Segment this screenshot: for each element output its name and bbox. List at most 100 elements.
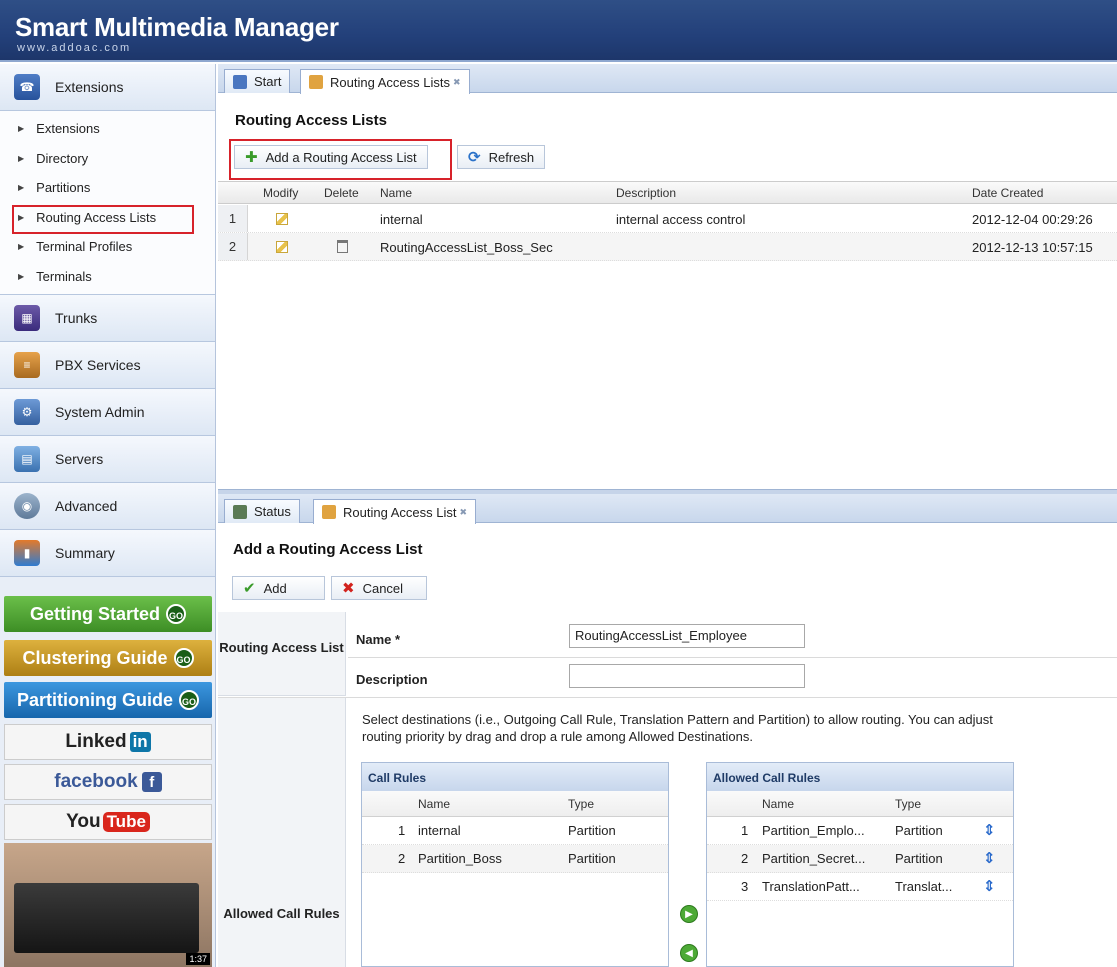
- hint-text: Select destinations (i.e., Outgoing Call…: [362, 712, 993, 744]
- reorder-icon[interactable]: ⇕: [983, 877, 996, 895]
- checkmark-icon: ✔: [243, 580, 256, 597]
- status-icon: [233, 504, 247, 519]
- description-label: Description: [356, 672, 428, 687]
- table-header: Modify Delete Name Description Date Crea…: [218, 181, 1117, 204]
- list-item[interactable]: 1 Partition_Emplo... Partition ⇕: [707, 817, 1013, 845]
- table-row[interactable]: 2 RoutingAccessList_Boss_Sec 2012-12-13 …: [218, 233, 1117, 261]
- pbx-services-icon: ≡: [14, 352, 40, 378]
- summary-icon: ▮: [14, 540, 40, 566]
- video-duration: 1:37: [186, 953, 210, 965]
- section-label-routing-access-list: Routing Access List: [218, 612, 346, 696]
- arrow-right-icon: ▶: [685, 908, 693, 920]
- app-subtitle: www.addoac.com: [17, 42, 132, 54]
- sidebar-section-label: Extensions: [55, 79, 124, 95]
- name-input[interactable]: RoutingAccessList_Employee: [569, 624, 805, 648]
- trunks-icon: ▦: [14, 305, 40, 331]
- allowed-call-rules-title: Allowed Call Rules: [707, 763, 1013, 791]
- page-title: Routing Access Lists: [235, 112, 387, 129]
- call-rules-list: Call Rules Name Type 1 internal Partitio…: [361, 762, 669, 967]
- start-icon: [233, 74, 247, 89]
- move-right-button[interactable]: ▶: [680, 905, 698, 923]
- column-date-created[interactable]: Date Created: [972, 186, 1043, 200]
- advanced-icon: ◉: [14, 493, 40, 519]
- edit-icon[interactable]: [276, 241, 288, 256]
- list-item[interactable]: 3 TranslationPatt... Translat... ⇕: [707, 873, 1013, 901]
- go-icon: GO: [173, 648, 194, 668]
- sidebar-section-pbx-services[interactable]: ≡ PBX Services: [0, 342, 215, 389]
- call-rules-header: Name Type: [362, 791, 668, 817]
- close-icon: ✖: [342, 580, 355, 597]
- go-icon: GO: [179, 690, 199, 710]
- sidebar-item-terminals[interactable]: ▶ Terminals: [0, 262, 215, 292]
- column-delete[interactable]: Delete: [324, 186, 359, 200]
- call-rules-title: Call Rules: [362, 763, 668, 791]
- sidebar-section-extensions[interactable]: ☎ Extensions: [0, 64, 215, 111]
- partitioning-guide-button[interactable]: Partitioning Guide GO: [4, 682, 212, 718]
- list-item[interactable]: 2 Partition_Boss Partition: [362, 845, 668, 873]
- triangle-right-icon: ▶: [18, 124, 25, 134]
- list-icon: [322, 505, 336, 519]
- linkedin-button[interactable]: Linked in: [4, 724, 212, 760]
- allowed-call-rules-header: Name Type: [707, 791, 1013, 817]
- sidebar-item-directory[interactable]: ▶ Directory: [0, 144, 215, 174]
- sidebar-section-system-admin[interactable]: ⚙ System Admin: [0, 389, 215, 436]
- app-title: Smart Multimedia Manager: [15, 12, 339, 42]
- refresh-button[interactable]: ⟳ Refresh: [457, 145, 546, 169]
- reorder-icon[interactable]: ⇕: [983, 849, 996, 867]
- close-icon[interactable]: ✖: [459, 507, 467, 518]
- name-label: Name *: [356, 632, 401, 647]
- list-icon: [309, 75, 323, 89]
- youtube-button[interactable]: You Tube: [4, 804, 212, 840]
- linkedin-icon: in: [129, 732, 151, 752]
- arrow-left-icon: ◀: [685, 947, 693, 959]
- list-item[interactable]: 2 Partition_Secret... Partition ⇕: [707, 845, 1013, 873]
- sidebar-section-summary[interactable]: ▮ Summary: [0, 530, 215, 577]
- form-title: Add a Routing Access List: [233, 541, 423, 558]
- triangle-right-icon: ▶: [18, 271, 25, 281]
- table-row[interactable]: 1 internal internal access control 2012-…: [218, 205, 1117, 233]
- description-input[interactable]: [569, 664, 805, 688]
- sidebar-item-routing-access-lists[interactable]: ▶ Routing Access Lists: [0, 203, 215, 233]
- sidebar-section-advanced[interactable]: ◉ Advanced: [0, 483, 215, 530]
- edit-icon[interactable]: [276, 213, 288, 228]
- move-left-button[interactable]: ◀: [680, 944, 698, 962]
- tab-routing-access-list[interactable]: Routing Access List ✖: [313, 499, 476, 524]
- column-description[interactable]: Description: [616, 186, 676, 200]
- tab-status[interactable]: Status: [224, 499, 300, 523]
- top-tabbar: Start Routing Access Lists ✖: [218, 64, 1117, 94]
- reorder-icon[interactable]: ⇕: [983, 821, 996, 839]
- video-thumbnail[interactable]: 1:37: [4, 843, 212, 967]
- sidebar-section-servers[interactable]: ▤ Servers: [0, 436, 215, 483]
- refresh-icon: ⟳: [468, 149, 481, 166]
- facebook-icon: f: [141, 772, 162, 792]
- sidebar-item-partitions[interactable]: ▶ Partitions: [0, 173, 215, 203]
- system-admin-icon: ⚙: [14, 399, 40, 425]
- sidebar-section-trunks[interactable]: ▦ Trunks: [0, 295, 215, 342]
- extensions-submenu: ▶ Extensions ▶ Directory ▶ Partitions ▶ Rout…: [0, 111, 215, 295]
- triangle-right-icon: ▶: [18, 153, 25, 163]
- triangle-right-icon: ▶: [18, 242, 25, 252]
- servers-icon: ▤: [14, 446, 40, 472]
- triangle-right-icon: ▶: [18, 212, 25, 222]
- sidebar-item-terminal-profiles[interactable]: ▶ Terminal Profiles: [0, 232, 215, 262]
- extensions-icon: ☎: [14, 74, 40, 100]
- column-modify[interactable]: Modify: [263, 186, 298, 200]
- add-button[interactable]: ✔ Add: [232, 576, 325, 600]
- column-name[interactable]: Name: [380, 186, 412, 200]
- section-label-allowed-call-rules: Allowed Call Rules: [218, 698, 346, 967]
- app-header: Smart Multimedia Manager www.addoac.com: [0, 0, 1117, 62]
- tab-start[interactable]: Start: [224, 69, 291, 93]
- facebook-button[interactable]: facebook f: [4, 764, 212, 800]
- clustering-guide-button[interactable]: Clustering Guide GO: [4, 640, 212, 676]
- highlight-box: [229, 139, 452, 180]
- cancel-button[interactable]: ✖ Cancel: [331, 576, 427, 600]
- trash-icon[interactable]: [337, 240, 348, 256]
- device-image: [14, 883, 199, 953]
- sidebar-item-extensions[interactable]: ▶ Extensions: [0, 114, 215, 144]
- triangle-right-icon: ▶: [18, 183, 25, 193]
- list-item[interactable]: 1 internal Partition: [362, 817, 668, 845]
- allowed-call-rules-list: Allowed Call Rules Name Type 1 Partition…: [706, 762, 1014, 967]
- getting-started-button[interactable]: Getting Started GO: [4, 596, 212, 632]
- close-icon[interactable]: ✖: [453, 77, 461, 88]
- tab-routing-access-lists[interactable]: Routing Access Lists ✖: [300, 69, 470, 94]
